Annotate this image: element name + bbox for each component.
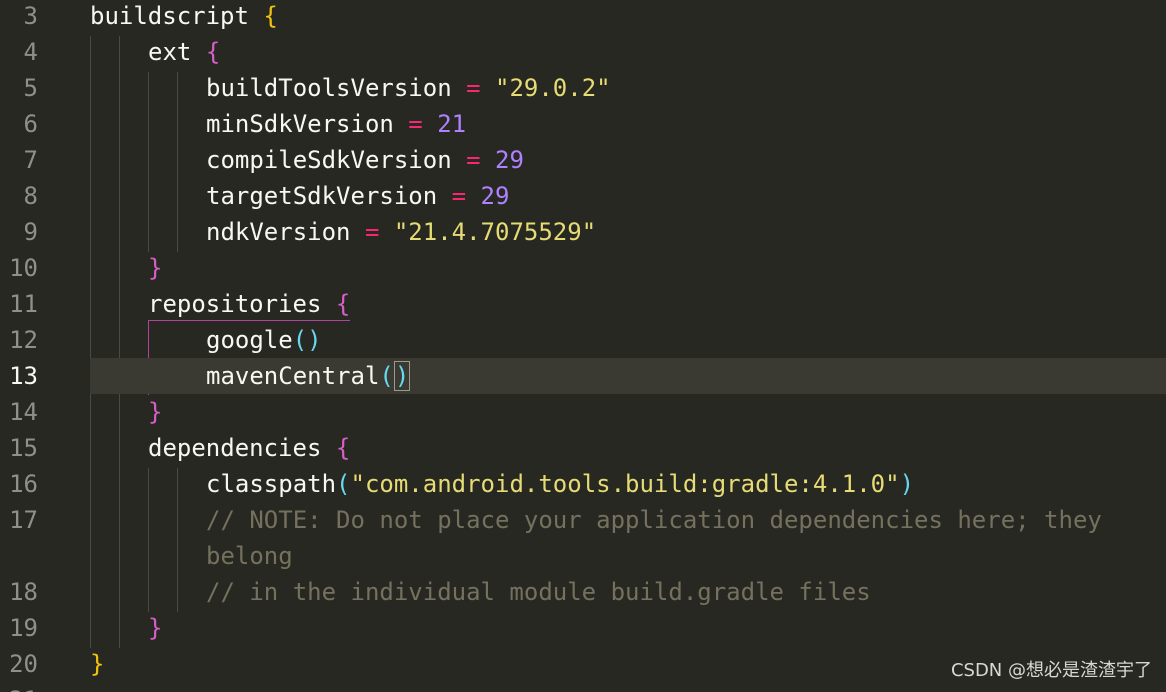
close-brace: }	[148, 398, 163, 426]
watermark: CSDN @想必是渣渣宇了	[950, 660, 1152, 681]
line-number: 3	[23, 2, 38, 30]
line-number: 5	[23, 74, 38, 102]
line-number: 20	[9, 650, 38, 678]
line-number: 14	[9, 398, 38, 426]
number-literal: 29	[495, 146, 524, 174]
line-number: 8	[23, 182, 38, 210]
string-literal: "29.0.2"	[495, 74, 611, 102]
code-line[interactable]: 5 buildToolsVersion = "29.0.2"	[0, 70, 1166, 106]
comment: // NOTE: Do not place your application d…	[206, 506, 1102, 534]
identifier: classpath	[206, 470, 337, 498]
line-number: 12	[9, 326, 38, 354]
identifier: dependencies	[148, 434, 322, 462]
open-brace: {	[205, 38, 221, 66]
comment: belong	[206, 542, 293, 570]
code-line[interactable]: 19 }	[0, 610, 1166, 646]
code-line[interactable]: 8 targetSdkVersion = 29	[0, 178, 1166, 214]
open-brace: {	[263, 2, 278, 30]
open-paren: (	[379, 362, 394, 390]
line-number: 7	[23, 146, 38, 174]
line-number: 18	[9, 578, 38, 606]
line-number: 9	[23, 218, 38, 246]
operator: =	[350, 218, 394, 246]
parens: ()	[292, 326, 322, 354]
number-literal: 21	[437, 110, 467, 138]
code-line[interactable]: 12 google()	[0, 322, 1166, 358]
code-line[interactable]: 3 buildscript {	[0, 0, 1166, 34]
code-line[interactable]: 9 ndkVersion = "21.4.7075529"	[0, 214, 1166, 250]
identifier: ndkVersion	[206, 218, 351, 246]
code-line-wrap[interactable]: belong	[0, 538, 1166, 574]
operator: =	[393, 110, 438, 138]
line-number: 15	[9, 434, 38, 462]
close-brace: }	[90, 650, 105, 678]
line-number: 21	[0, 682, 38, 692]
close-paren: )	[899, 470, 915, 498]
current-line[interactable]: 13 mavenCentral()	[9, 358, 1166, 394]
code-line[interactable]: 6 minSdkVersion = 21	[0, 106, 1166, 142]
operator: =	[437, 182, 481, 210]
close-brace: }	[148, 254, 163, 282]
code-editor[interactable]: 3 buildscript { 4 ext { 5 buildToolsVers…	[0, 0, 1166, 692]
code-line[interactable]: 10 }	[0, 250, 1166, 286]
identifier: ext	[148, 38, 192, 66]
operator: =	[451, 74, 495, 102]
identifier: targetSdkVersion	[206, 182, 438, 210]
identifier: buildToolsVersion	[206, 74, 452, 102]
cursor-bracket-match: )	[393, 361, 411, 391]
line-number: 19	[9, 614, 38, 642]
open-brace: {	[335, 290, 351, 318]
string-literal: "21.4.7075529"	[393, 218, 597, 246]
line-number: 6	[23, 110, 38, 138]
number-literal: 29	[480, 182, 510, 210]
identifier: mavenCentral	[206, 362, 380, 390]
close-brace: }	[148, 614, 163, 642]
line-number: 10	[9, 254, 38, 282]
open-paren: (	[336, 470, 351, 498]
code-line[interactable]: 16 classpath("com.android.tools.build:gr…	[0, 466, 1166, 502]
comment: // in the individual module build.gradle…	[206, 578, 871, 606]
line-number: 11	[9, 290, 38, 318]
line-number-active: 13	[9, 362, 38, 390]
identifier: google	[206, 326, 293, 354]
identifier: repositories	[148, 290, 322, 318]
line-number: 16	[9, 470, 38, 498]
identifier: minSdkVersion	[206, 110, 394, 138]
code-line[interactable]: 11 repositories {	[0, 286, 1166, 322]
code-line[interactable]: 7 compileSdkVersion = 29	[0, 142, 1166, 178]
code-line[interactable]: 4 ext {	[0, 34, 1166, 70]
code-line[interactable]: 14 }	[0, 394, 1166, 430]
operator: =	[451, 146, 495, 174]
code-line[interactable]: 15 dependencies {	[0, 430, 1166, 466]
line-number: 4	[23, 38, 38, 66]
code-line[interactable]: 17 // NOTE: Do not place your applicatio…	[0, 502, 1166, 538]
identifier: compileSdkVersion	[206, 146, 452, 174]
identifier: buildscript	[90, 2, 249, 30]
line-number: 17	[9, 506, 38, 534]
string-literal: "com.android.tools.build:gradle:4.1.0"	[350, 470, 900, 498]
code-line[interactable]: 18 // in the individual module build.gra…	[0, 574, 1166, 610]
code-line[interactable]: 21	[0, 682, 1166, 692]
open-brace: {	[335, 434, 351, 462]
